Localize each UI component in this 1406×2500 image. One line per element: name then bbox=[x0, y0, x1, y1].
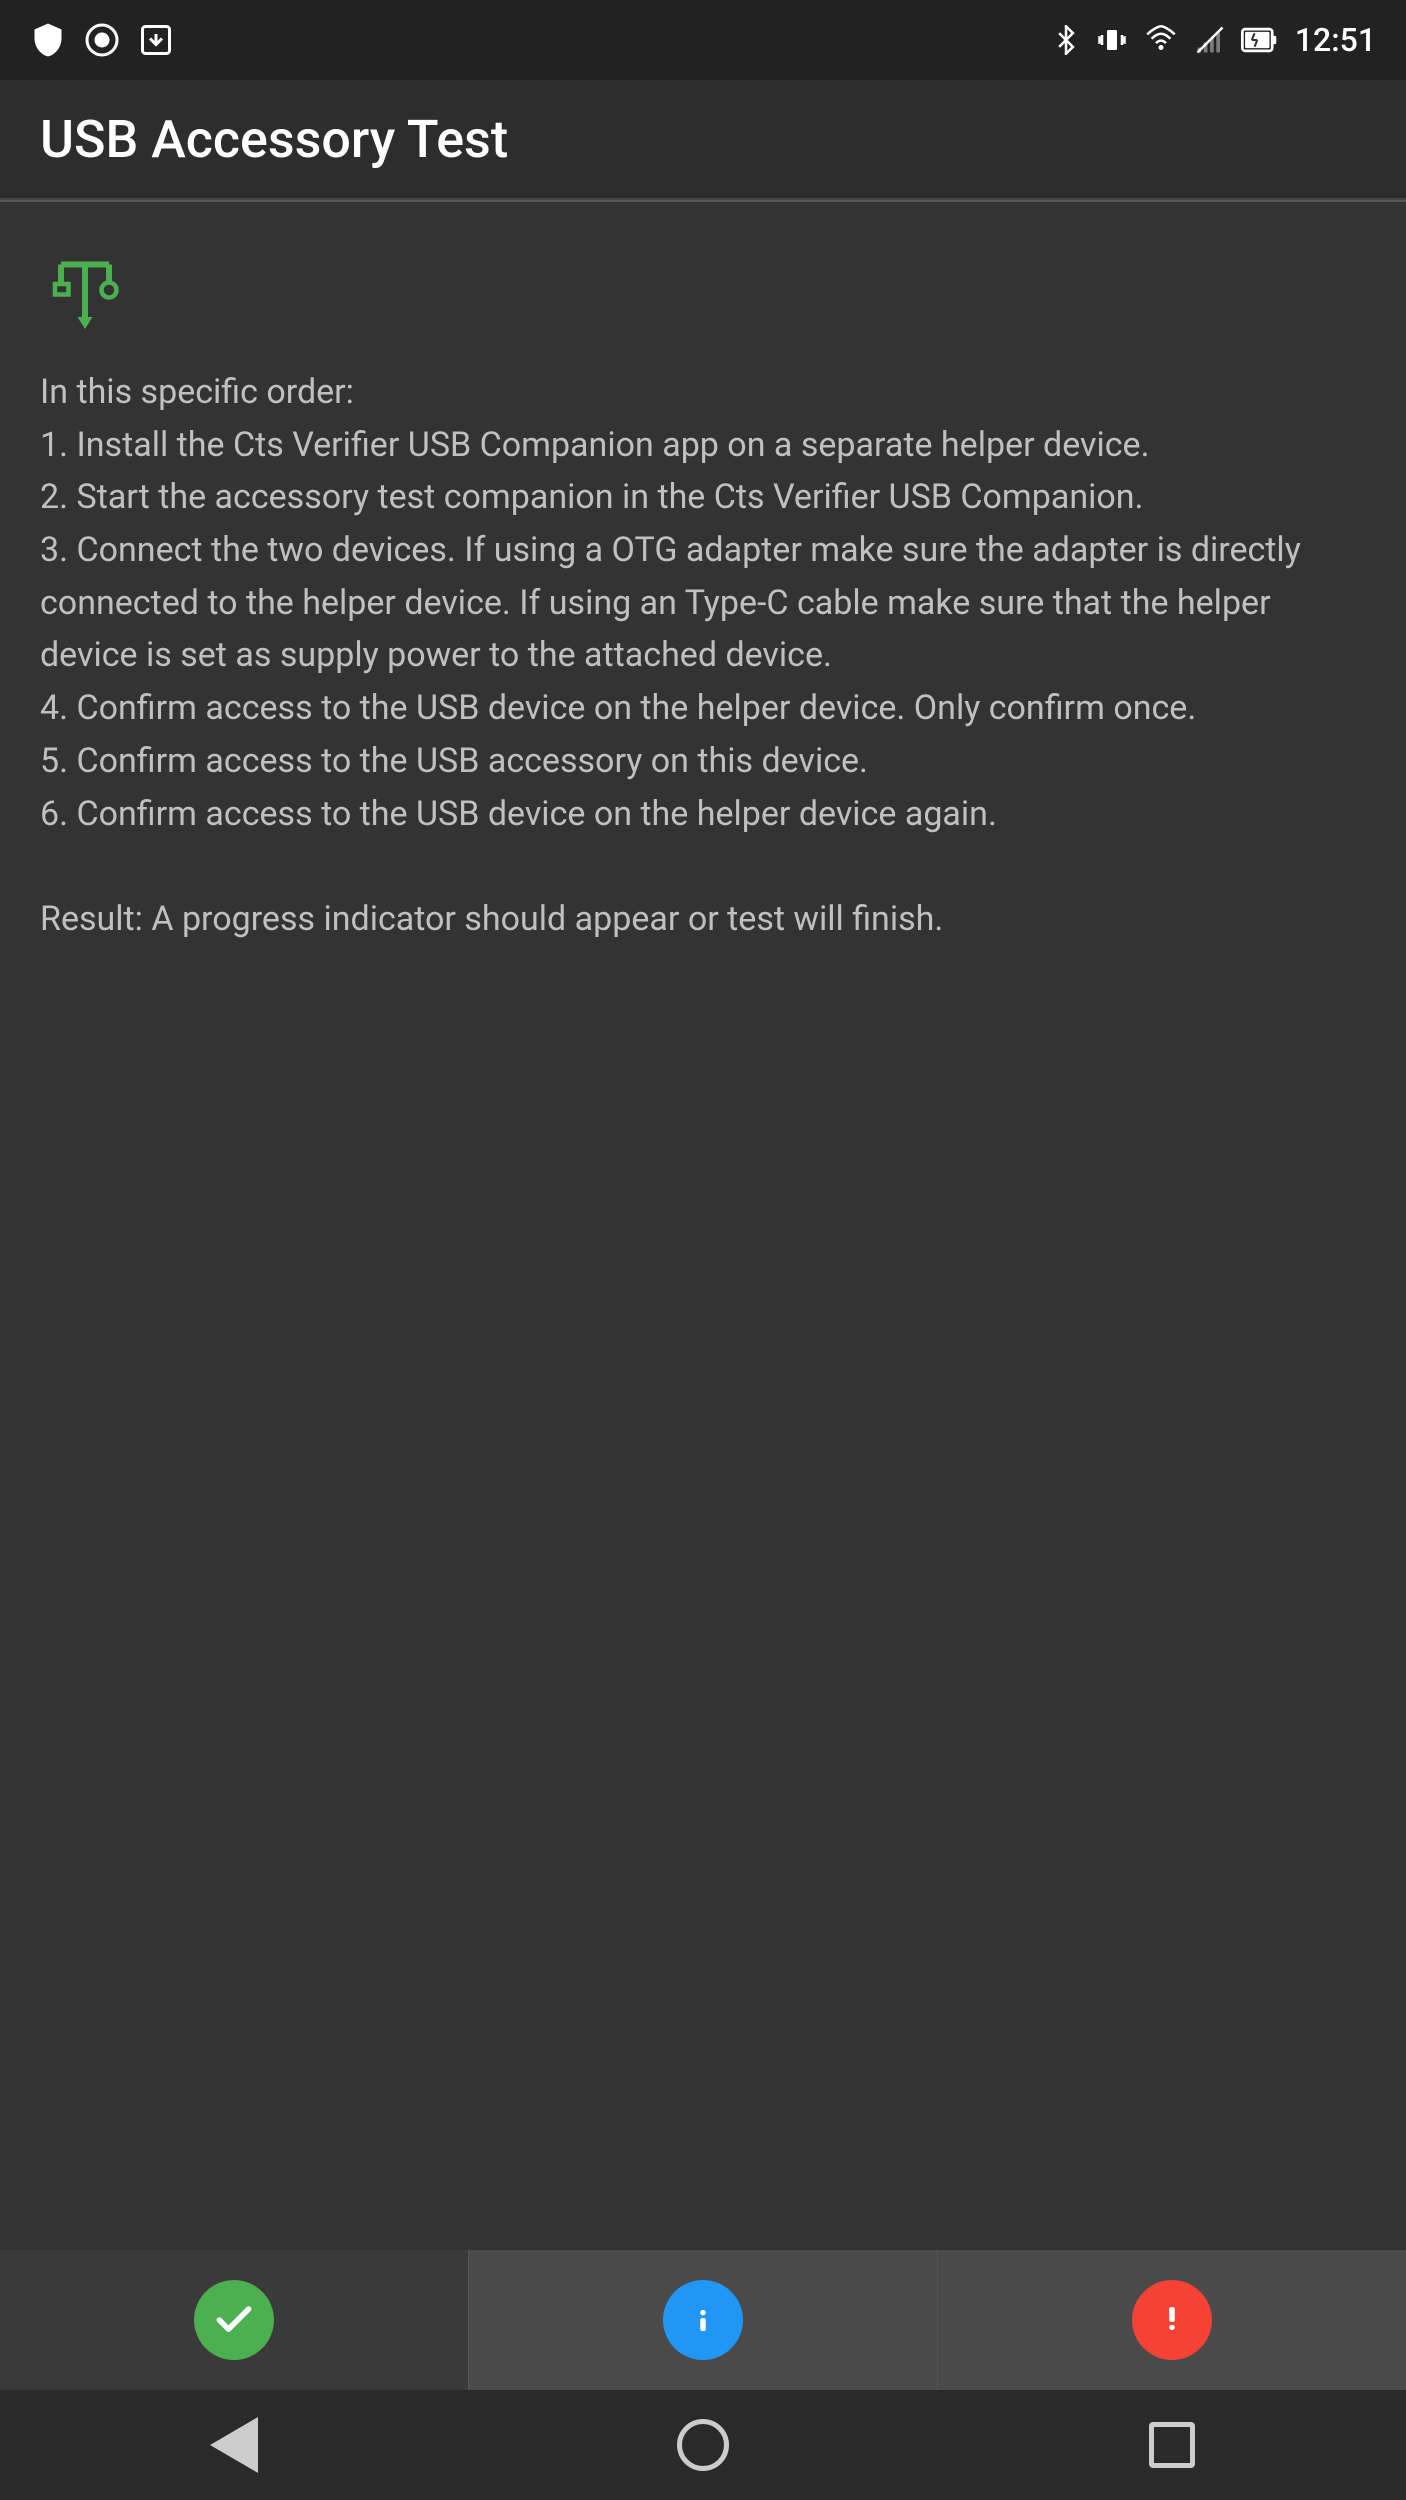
battery-icon bbox=[1241, 25, 1279, 55]
shield-icon bbox=[30, 22, 66, 58]
back-button[interactable] bbox=[194, 2405, 274, 2485]
status-bar: 12:51 bbox=[0, 0, 1406, 80]
instruction-intro: In this specific order: bbox=[40, 366, 1366, 419]
lens-icon bbox=[84, 22, 120, 58]
pass-icon bbox=[194, 2280, 274, 2360]
wifi-icon bbox=[1143, 25, 1179, 55]
nav-bar bbox=[0, 2390, 1406, 2500]
status-bar-left-icons bbox=[30, 22, 174, 58]
time-display: 12:51 bbox=[1295, 21, 1376, 59]
bottom-action-bar bbox=[0, 2250, 1406, 2390]
fail-icon bbox=[1132, 2280, 1212, 2360]
bluetooth-icon bbox=[1051, 25, 1081, 55]
back-icon bbox=[210, 2417, 258, 2473]
result-text: Result: A progress indicator should appe… bbox=[40, 893, 1366, 946]
usb-icon bbox=[40, 242, 130, 332]
usb-icon-container bbox=[40, 242, 1366, 336]
instructions-text: In this specific order: 1. Install the C… bbox=[40, 366, 1366, 946]
info-icon bbox=[663, 2280, 743, 2360]
info-button[interactable] bbox=[469, 2250, 938, 2390]
recents-icon bbox=[1149, 2422, 1195, 2468]
status-bar-right-icons: 12:51 bbox=[1051, 21, 1376, 59]
instruction-5: 5. Confirm access to the USB accessory o… bbox=[40, 735, 1366, 788]
instruction-6: 6. Confirm access to the USB device on t… bbox=[40, 788, 1366, 841]
home-icon bbox=[677, 2419, 729, 2471]
fail-button[interactable] bbox=[938, 2250, 1406, 2390]
main-content: In this specific order: 1. Install the C… bbox=[0, 202, 1406, 2250]
home-button[interactable] bbox=[663, 2405, 743, 2485]
instruction-2: 2. Start the accessory test companion in… bbox=[40, 471, 1366, 524]
signal-icon bbox=[1195, 25, 1225, 55]
pass-button[interactable] bbox=[0, 2250, 469, 2390]
instruction-1: 1. Install the Cts Verifier USB Companio… bbox=[40, 419, 1366, 472]
instruction-3: 3. Connect the two devices. If using a O… bbox=[40, 524, 1366, 682]
app-bar: USB Accessory Test bbox=[0, 80, 1406, 200]
instruction-4: 4. Confirm access to the USB device on t… bbox=[40, 682, 1366, 735]
app-title: USB Accessory Test bbox=[40, 109, 508, 170]
download-icon bbox=[138, 22, 174, 58]
vibrate-icon bbox=[1097, 25, 1127, 55]
recents-button[interactable] bbox=[1132, 2405, 1212, 2485]
